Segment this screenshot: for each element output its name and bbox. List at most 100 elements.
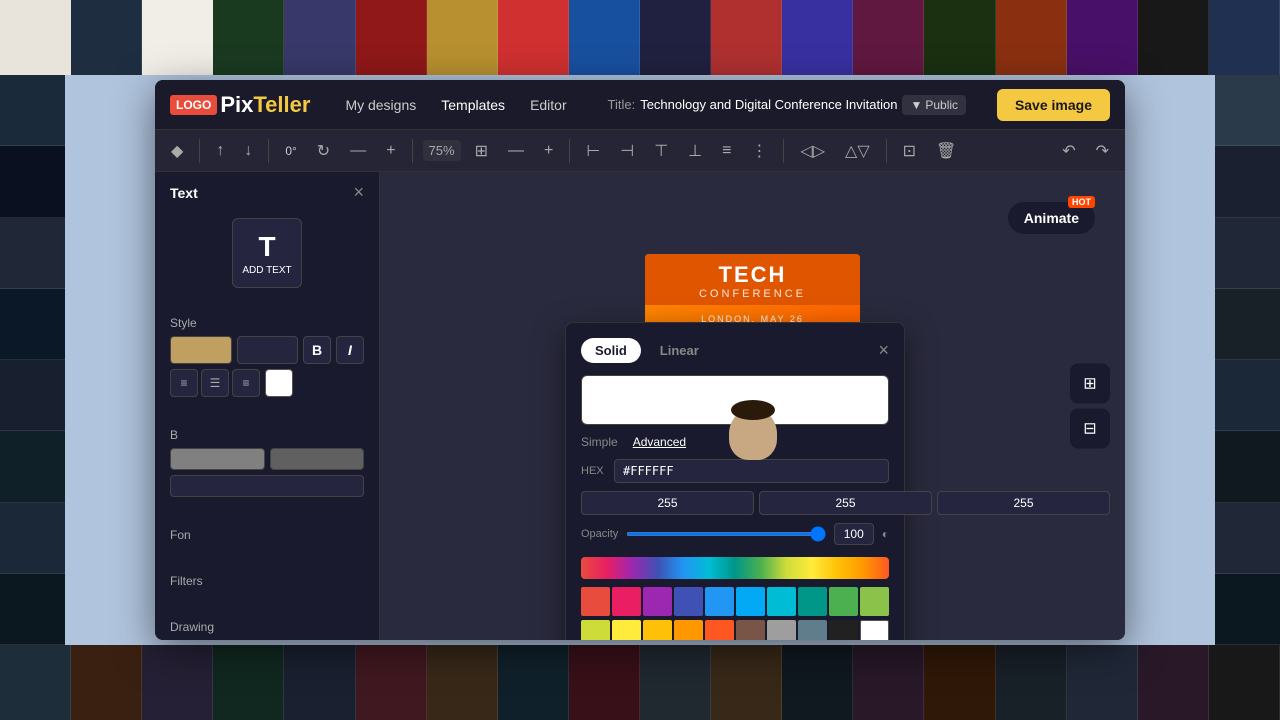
visibility-button[interactable]: ▼ Public (902, 95, 966, 115)
rotate-button[interactable]: ↻ (311, 137, 336, 165)
swatch[interactable] (674, 620, 703, 640)
side-image (1215, 289, 1280, 360)
grid-button[interactable]: ⊞ (469, 137, 494, 165)
strip-image (71, 0, 142, 75)
gradient-rainbow[interactable] (581, 557, 889, 579)
align-left-button[interactable]: ⊢ (580, 137, 606, 165)
swatch[interactable] (643, 620, 672, 640)
modal-tabs: Solid Linear (581, 338, 713, 363)
tab-linear[interactable]: Linear (646, 338, 713, 363)
rotate-value: 0° (279, 140, 302, 162)
strip-image (853, 645, 924, 720)
app-container: LOGO Pix Teller My designs Templates Edi… (155, 80, 1125, 640)
canvas-area[interactable]: TECH CONFERENCE LONDON, MAY 26 ALEX SMIT… (380, 172, 1125, 640)
r-input[interactable] (581, 491, 754, 515)
strip-image (142, 0, 213, 75)
font-size-box[interactable] (237, 336, 299, 364)
color-picker-modal: Solid Linear × Simple Advanced HEX (565, 322, 905, 640)
bg-style-a[interactable] (170, 448, 265, 470)
side-image (0, 218, 65, 289)
advanced-tab[interactable]: Advanced (633, 435, 686, 449)
swatch[interactable] (798, 620, 827, 640)
swatch[interactable] (767, 587, 796, 616)
panel-title: Text (170, 185, 198, 201)
redo-button[interactable]: ↷ (1090, 137, 1115, 165)
tab-solid[interactable]: Solid (581, 338, 641, 363)
move-down-button[interactable]: ↓ (238, 138, 258, 164)
simple-tab[interactable]: Simple (581, 435, 618, 449)
swatch[interactable] (705, 620, 734, 640)
swatch[interactable] (736, 620, 765, 640)
bg-style-s[interactable] (270, 448, 365, 470)
italic-button[interactable]: I (336, 336, 364, 364)
align-right-button[interactable]: ⊤ (648, 137, 674, 165)
title-value[interactable]: Technology and Digital Conference Invita… (640, 97, 897, 112)
swatch[interactable] (767, 620, 796, 640)
swatch[interactable] (674, 587, 703, 616)
side-image (0, 146, 65, 217)
add-text-button[interactable]: T ADD TEXT (232, 218, 302, 288)
swatch[interactable] (643, 587, 672, 616)
align-center-text-button[interactable]: ☰ (201, 369, 229, 397)
nav-editor[interactable]: Editor (520, 92, 577, 118)
flip-h-button[interactable]: ◁▷ (794, 137, 831, 165)
expand-up-button[interactable]: ⊞ (1070, 364, 1110, 404)
minus-button[interactable]: — (344, 138, 372, 164)
color-preview-white[interactable] (265, 369, 293, 397)
zoom-in-button[interactable]: + (538, 138, 559, 164)
hex-row: HEX (581, 459, 889, 483)
width-box[interactable] (170, 475, 364, 497)
zoom-display: 75% (423, 140, 461, 161)
swatch[interactable] (705, 587, 734, 616)
font-style-box[interactable] (170, 336, 232, 364)
panel-close-button[interactable]: × (353, 182, 364, 203)
swatch[interactable] (612, 587, 641, 616)
swatch-grid-2 (581, 620, 889, 640)
hex-input[interactable] (614, 459, 889, 483)
strip-image (284, 0, 355, 75)
plus-button[interactable]: + (380, 138, 401, 164)
swatch[interactable] (829, 620, 858, 640)
side-image (0, 574, 65, 645)
swatch[interactable] (860, 587, 889, 616)
align-center-button[interactable]: ⊣ (614, 137, 640, 165)
zoom-out-button[interactable]: — (502, 138, 530, 164)
distribute-h-button[interactable]: ≡ (716, 138, 737, 164)
nav-my-designs[interactable]: My designs (335, 92, 426, 118)
add-text-label: ADD TEXT (242, 265, 291, 276)
align-left-text-button[interactable]: ≡ (170, 369, 198, 397)
save-image-button[interactable]: Save image (997, 89, 1110, 121)
g-input[interactable] (759, 491, 932, 515)
nav-templates[interactable]: Templates (431, 92, 515, 118)
strip-image (427, 645, 498, 720)
align-top-button[interactable]: ⊥ (682, 137, 708, 165)
undo-button[interactable]: ↶ (1056, 137, 1081, 165)
swatch[interactable] (612, 620, 641, 640)
bottom-image-strip (0, 645, 1280, 720)
animate-button[interactable]: HOT Animate (1008, 202, 1095, 234)
opacity-slider[interactable] (626, 532, 825, 536)
swatch[interactable] (860, 620, 889, 640)
delete-button[interactable]: 🗑 (930, 137, 962, 165)
swatch[interactable] (798, 587, 827, 616)
strip-image (853, 0, 924, 75)
swatch[interactable] (829, 587, 858, 616)
distribute-v-button[interactable]: ⋮ (745, 137, 773, 165)
bold-button[interactable]: B (303, 336, 331, 364)
shape-tool-button[interactable]: ◆ (165, 137, 189, 165)
swatch[interactable] (581, 587, 610, 616)
side-image (1215, 218, 1280, 289)
drawing-label: Drawing (170, 620, 364, 634)
swatch[interactable] (581, 620, 610, 640)
flip-v-button[interactable]: △▽ (839, 137, 876, 165)
opacity-value: 100 (834, 523, 874, 545)
logo-area: LOGO Pix Teller (170, 92, 310, 118)
swatch[interactable] (736, 587, 765, 616)
move-up-button[interactable]: ↑ (210, 138, 230, 164)
b-input[interactable] (937, 491, 1110, 515)
expand-down-button[interactable]: ⊟ (1070, 409, 1110, 449)
align-right-text-button[interactable]: ≡ (232, 369, 260, 397)
group-button[interactable]: ⊡ (897, 137, 922, 165)
modal-close-button[interactable]: × (878, 340, 889, 361)
strip-image (711, 0, 782, 75)
